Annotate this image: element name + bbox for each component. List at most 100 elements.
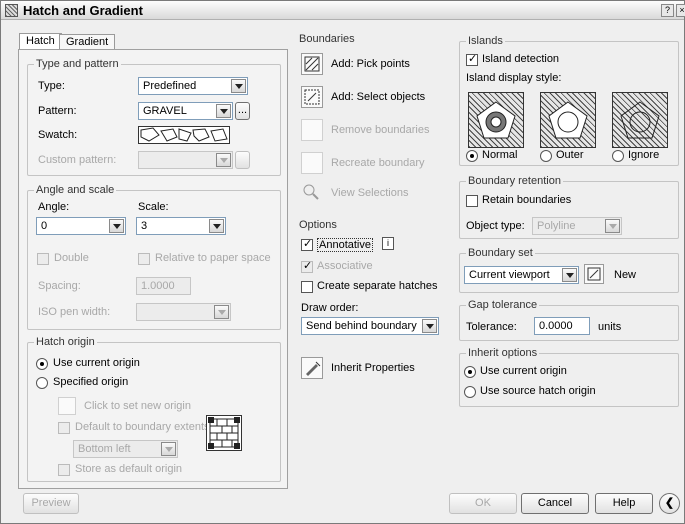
pattern-label: Pattern:: [38, 105, 77, 117]
chevron-down-icon: [161, 442, 176, 456]
spacing-input: 1.0000: [136, 277, 191, 295]
inherit-use-current-radio[interactable]: [464, 366, 476, 378]
scale-select[interactable]: 3: [136, 217, 226, 235]
island-detection-label: Island detection: [482, 53, 560, 65]
cancel-button[interactable]: Cancel: [521, 493, 589, 514]
tab-gradient[interactable]: Gradient: [59, 34, 116, 50]
hatch-origin-group: Hatch origin Use current origin Specifie…: [27, 336, 281, 482]
chevron-down-icon[interactable]: [209, 219, 224, 233]
object-type-select: Polyline: [532, 217, 622, 235]
inherit-properties-icon[interactable]: [301, 357, 323, 379]
preview-button: Preview: [23, 493, 79, 514]
angle-value: 0: [41, 220, 48, 232]
retain-boundaries-checkbox[interactable]: [466, 195, 478, 207]
title-bar[interactable]: Hatch and Gradient ? ×: [1, 1, 685, 20]
close-icon[interactable]: ×: [676, 4, 685, 17]
tolerance-label: Tolerance:: [466, 321, 517, 333]
draw-order-value: Send behind boundary: [306, 320, 417, 332]
boundary-set-value: Current viewport: [469, 269, 550, 281]
window-title: Hatch and Gradient: [23, 3, 143, 18]
gravel-swatch-icon: [140, 127, 228, 142]
new-boundary-set-icon[interactable]: [584, 264, 604, 284]
chevron-down-icon[interactable]: [422, 319, 437, 333]
add-pick-points-button[interactable]: Add: Pick points: [331, 58, 410, 70]
collapse-options-icon[interactable]: ❮: [659, 493, 680, 514]
chevron-down-icon: [605, 219, 620, 233]
boundaries-group: Boundaries Add: Pick points Add: Select …: [295, 33, 455, 213]
group-title: Hatch origin: [34, 336, 97, 348]
origin-position-select: Bottom left: [73, 440, 178, 458]
use-current-origin-radio[interactable]: [36, 358, 48, 370]
island-normal-icon[interactable]: [468, 92, 524, 148]
pattern-browse-button[interactable]: ...: [235, 102, 250, 120]
island-normal-radio[interactable]: [466, 150, 478, 162]
angle-label: Angle:: [38, 201, 70, 213]
recreate-boundary-button: Recreate boundary: [331, 157, 425, 169]
type-select[interactable]: Predefined: [138, 77, 248, 95]
scale-label: Scale:: [138, 201, 169, 213]
swatch-label: Swatch:: [38, 129, 78, 141]
hatch-gradient-dialog: Hatch and Gradient ? × Hatch Gradient Ty…: [0, 0, 685, 524]
group-title: Boundary retention: [466, 175, 563, 187]
angle-select[interactable]: 0: [36, 217, 126, 235]
chevron-down-icon: [214, 305, 229, 319]
islands-group: Islands Island detection Island display …: [459, 35, 679, 166]
inherit-use-current-label: Use current origin: [480, 365, 567, 377]
inherit-properties-button[interactable]: Inherit Properties: [331, 362, 415, 374]
draw-order-label: Draw order:: [301, 302, 359, 314]
remove-boundaries-icon: [301, 119, 323, 141]
origin-position-value: Bottom left: [78, 443, 131, 455]
inherit-use-source-label: Use source hatch origin: [480, 385, 596, 397]
recreate-boundary-icon: [301, 152, 323, 174]
remove-boundaries-button: Remove boundaries: [331, 124, 430, 136]
object-type-value: Polyline: [537, 220, 576, 232]
type-pattern-group: Type and pattern Type: Predefined Patter…: [27, 58, 281, 176]
chevron-down-icon[interactable]: [231, 79, 246, 93]
relative-paper-checkbox: [138, 253, 150, 265]
island-ignore-icon[interactable]: [612, 92, 668, 148]
pattern-select[interactable]: GRAVEL: [138, 102, 233, 120]
add-select-objects-button[interactable]: Add: Select objects: [331, 91, 425, 103]
new-boundary-set-button[interactable]: New: [614, 269, 636, 281]
gap-tolerance-group: Gap tolerance Tolerance: 0.0000 units: [459, 299, 679, 341]
info-icon[interactable]: i: [382, 237, 394, 250]
chevron-down-icon[interactable]: [109, 219, 124, 233]
view-selections-icon: [301, 182, 323, 204]
iso-pen-width-label: ISO pen width:: [38, 306, 111, 318]
boundary-set-select[interactable]: Current viewport: [464, 266, 579, 284]
island-detection-checkbox[interactable]: [466, 52, 478, 66]
draw-order-select[interactable]: Send behind boundary: [301, 317, 439, 335]
tolerance-input[interactable]: 0.0000: [534, 317, 590, 335]
boundary-set-group: Boundary set Current viewport New: [459, 247, 679, 293]
annotative-checkbox[interactable]: [301, 237, 313, 251]
annotative-label: Annotative: [317, 238, 373, 252]
island-style-label: Island display style:: [466, 72, 562, 84]
specified-origin-radio[interactable]: [36, 377, 48, 389]
island-ignore-radio[interactable]: [612, 150, 624, 162]
associative-label: Associative: [317, 260, 373, 272]
chevron-down-icon[interactable]: [562, 268, 577, 282]
help-button[interactable]: Help: [595, 493, 653, 514]
group-title: Islands: [466, 35, 505, 47]
inherit-use-source-radio[interactable]: [464, 386, 476, 398]
chevron-down-icon: [216, 153, 231, 167]
brick-origin-preview-icon: [206, 415, 242, 451]
pick-points-icon[interactable]: [301, 53, 323, 75]
associative-checkbox: [301, 259, 313, 273]
click-set-origin-label: Click to set new origin: [84, 400, 191, 412]
island-outer-radio[interactable]: [540, 150, 552, 162]
select-objects-icon[interactable]: [301, 86, 323, 108]
help-icon[interactable]: ?: [661, 4, 674, 17]
pattern-swatch[interactable]: [138, 126, 230, 144]
store-default-checkbox: [58, 464, 70, 476]
double-checkbox: [37, 253, 49, 265]
custom-pattern-select: [138, 151, 233, 169]
iso-pen-width-select: [136, 303, 231, 321]
island-outer-icon[interactable]: [540, 92, 596, 148]
chevron-down-icon[interactable]: [216, 104, 231, 118]
boundary-retention-group: Boundary retention Retain boundaries Obj…: [459, 175, 679, 239]
group-title: Gap tolerance: [466, 299, 540, 311]
ok-button: OK: [449, 493, 517, 514]
double-label: Double: [54, 252, 89, 264]
separate-hatches-checkbox[interactable]: [301, 281, 313, 293]
